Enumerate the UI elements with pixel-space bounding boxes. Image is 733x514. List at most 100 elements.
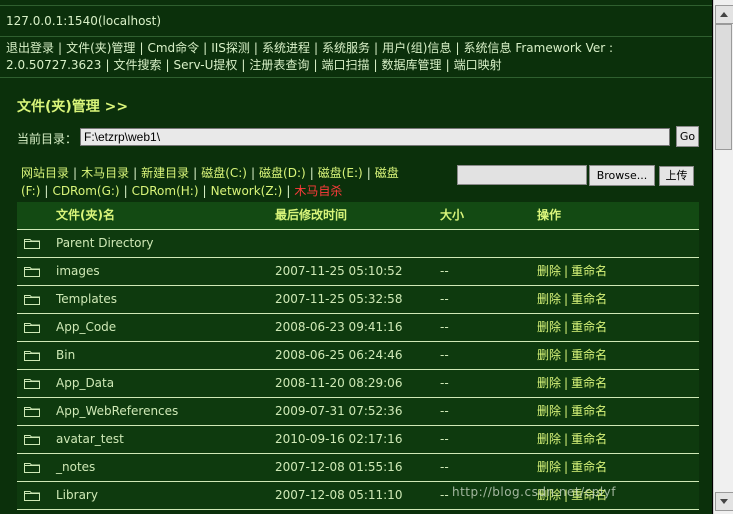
menu-item[interactable]: 系统进程 [262,41,310,55]
file-name-link[interactable]: avatar_test [56,426,124,453]
link-separator: | [133,166,138,180]
folder-icon [24,490,40,501]
folder-icon [24,266,40,277]
go-button[interactable]: Go [676,126,699,147]
link-separator: | [286,184,291,198]
table-row[interactable]: _notes 2007-12-08 01:55:16 -- 删除 | 重命名 [17,454,699,482]
rename-link[interactable]: 重命名 [571,292,607,306]
table-row[interactable]: images 2007-11-25 05:10:52 -- 删除 | 重命名 [17,258,699,286]
delete-link[interactable]: 删除 [537,376,561,390]
file-size: -- [440,432,449,446]
browse-button[interactable]: Browse... [589,165,655,186]
menu-item[interactable]: 文件(夹)管理 [66,41,135,55]
menu-divider [0,77,712,78]
file-name-link[interactable]: App_Data [56,370,114,397]
table-body: Parent Directory images 2007-11-25 05:10:5… [17,230,699,510]
menu-item[interactable]: 退出登录 [6,41,54,55]
modified-time: 2010-09-16 02:17:16 [275,432,403,446]
header-name: 文件(夹)名 [56,208,115,222]
scroll-down-button[interactable] [715,492,733,511]
menu-item[interactable]: 系统服务 [322,41,370,55]
menu-item[interactable]: IIS探测 [211,41,250,55]
delete-link[interactable]: 删除 [537,404,561,418]
upload-file-field[interactable] [457,165,587,185]
table-row[interactable]: App_Code 2008-06-23 09:41:16 -- 删除 | 重命名 [17,314,699,342]
folder-icon [24,434,40,445]
menu-item[interactable]: 数据库管理 [382,58,442,72]
arrow-down-icon [720,499,728,504]
upload-button[interactable]: 上传 [659,166,694,186]
file-name-link[interactable]: Parent Directory [56,230,154,257]
scroll-up-button[interactable] [715,5,733,24]
file-size: -- [440,320,449,334]
menu-separator: | [105,58,110,72]
scroll-thumb[interactable] [715,24,732,150]
delete-link[interactable]: 删除 [537,460,561,474]
header-size: 大小 [440,208,465,222]
file-size: -- [440,348,449,362]
file-name-link[interactable]: App_WebReferences [56,398,178,425]
menu-item[interactable]: 用户(组)信息 [382,41,451,55]
menu-item[interactable]: Cmd命令 [147,41,199,55]
table-header: 文件(夹)名 最后修改时间 大小 操作 [17,202,699,230]
table-row[interactable]: Templates 2007-11-25 05:32:58 -- 删除 | 重命名 [17,286,699,314]
vertical-scrollbar[interactable] [713,0,733,514]
menu-separator: | [165,58,170,72]
row-actions: 删除 | 重命名 [537,314,607,341]
quick-link[interactable]: 新建目录 [141,166,189,180]
file-size: -- [440,460,449,474]
menu-separator: | [253,41,258,55]
delete-link[interactable]: 删除 [537,432,561,446]
quick-link[interactable]: 木马自杀 [294,184,342,198]
file-name-link[interactable]: Templates [56,286,117,313]
file-name-link[interactable]: Library [56,482,98,509]
delete-link[interactable]: 删除 [537,348,561,362]
rename-link[interactable]: 重命名 [571,432,607,446]
rename-link[interactable]: 重命名 [571,404,607,418]
table-row[interactable]: avatar_test 2010-09-16 02:17:16 -- 删除 | 重命名 [17,426,699,454]
quick-link[interactable]: 磁盘(C:) [201,166,247,180]
menu-item[interactable]: Serv-U提权 [174,58,238,72]
quick-link[interactable]: 木马目录 [81,166,129,180]
delete-link[interactable]: 删除 [537,292,561,306]
menu-item[interactable]: 文件搜索 [113,58,161,72]
file-name-link[interactable]: App_Code [56,314,116,341]
row-actions: 删除 | 重命名 [537,370,607,397]
file-name-link[interactable]: _notes [56,454,95,481]
table-row[interactable]: App_WebReferences 2009-07-31 07:52:36 -- 删除… [17,398,699,426]
rename-link[interactable]: 重命名 [571,460,607,474]
quick-link[interactable]: 磁盘(E:) [318,166,363,180]
file-name-link[interactable]: images [56,258,100,285]
quick-link[interactable]: CDRom(H:) [132,184,199,198]
menu-item[interactable]: 端口扫描 [321,58,369,72]
quick-link[interactable]: 磁盘(D:) [259,166,306,180]
rename-link[interactable]: 重命名 [571,320,607,334]
top-menu: 退出登录 | 文件(夹)管理 | Cmd命令 | IIS探测 | 系统进程 | 系统服务 | 用户(组)… [6,40,706,74]
delete-link[interactable]: 删除 [537,320,561,334]
current-dir-label: 当前目录： [17,132,78,146]
row-actions: 删除 | 重命名 [537,426,607,453]
row-actions: 删除 | 重命名 [537,398,607,425]
quick-link[interactable]: CDRom(G:) [52,184,119,198]
table-row[interactable]: App_Data 2008-11-20 08:29:06 -- 删除 | 重命名 [17,370,699,398]
file-name-link[interactable]: Bin [56,342,75,369]
section-title: 文件(夹)管理 >> [17,99,129,115]
table-row[interactable]: Parent Directory [17,230,699,258]
rename-link[interactable]: 重命名 [571,348,607,362]
quick-link[interactable]: 网站目录 [21,166,69,180]
quick-link[interactable]: Network(Z:) [211,184,283,198]
folder-icon [24,378,40,389]
folder-icon [24,462,40,473]
folder-icon [24,350,40,361]
rename-link[interactable]: 重命名 [571,376,607,390]
menu-item[interactable]: 注册表查询 [249,58,309,72]
table-row[interactable]: Bin 2008-06-25 06:24:46 -- 删除 | 重命名 [17,342,699,370]
file-size: -- [440,264,449,278]
current-dir-input[interactable] [80,128,670,146]
window-title: 127.0.0.1:1540(localhost) [6,14,162,28]
link-separator: | [44,184,49,198]
rename-link[interactable]: 重命名 [571,264,607,278]
link-separator: | [193,166,198,180]
delete-link[interactable]: 删除 [537,264,561,278]
menu-item[interactable]: 端口映射 [454,58,502,72]
